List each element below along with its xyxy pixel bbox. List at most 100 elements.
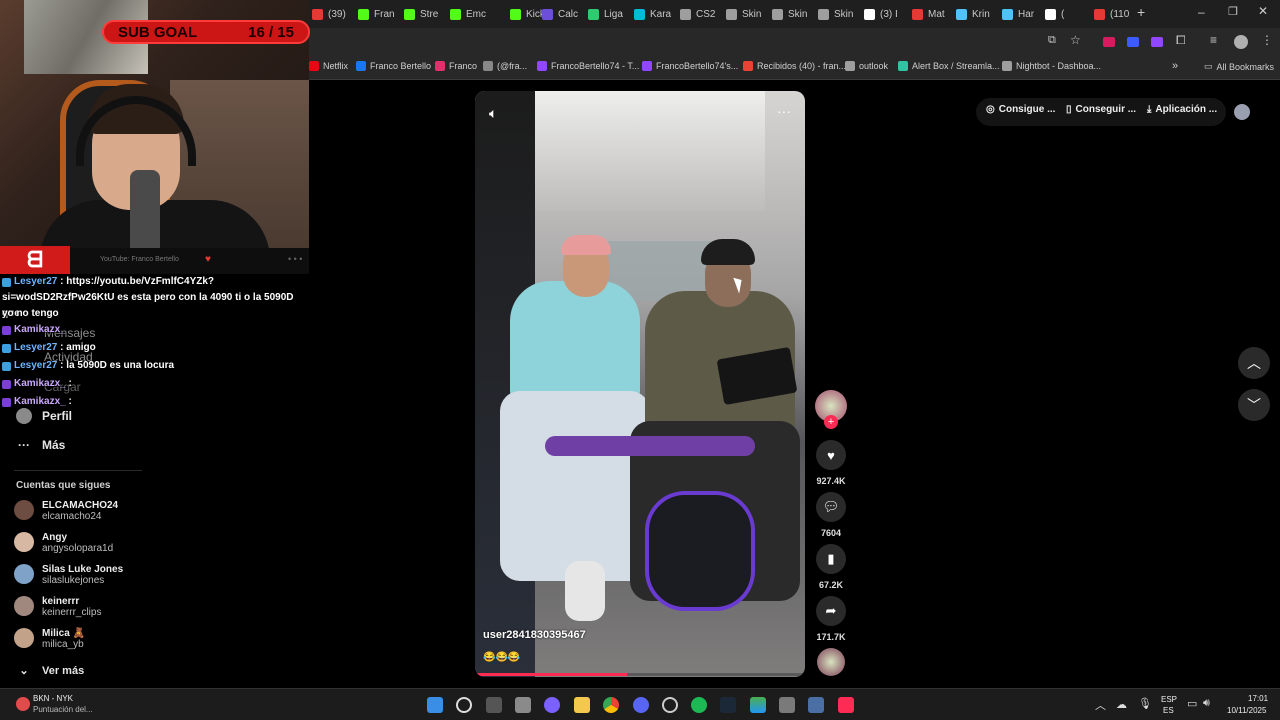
browser-tab[interactable]: Stre [404,4,444,24]
consigue-button[interactable]: ◎ Consigue ... [986,104,1055,115]
browser-tab[interactable]: Liga [588,4,628,24]
video-username[interactable]: user2841830395467 [483,629,586,641]
aplicacion-button[interactable]: ⤓ Aplicación ... [1147,104,1217,115]
man-left-cap [561,235,611,255]
close-window-icon[interactable]: ✕ [1258,4,1268,18]
browser-tab[interactable]: (110 [1094,4,1134,24]
save-button[interactable]: ▮ [816,544,846,574]
store-icon[interactable] [515,697,531,713]
man-right-beanie [701,239,755,265]
ver-mas-button[interactable]: ⌄ Ver más [16,664,84,678]
app-settings-icon[interactable] [779,697,795,713]
bookmark-item[interactable]: Nightbot - Dashboa... [1002,61,1101,71]
file-explorer-icon[interactable] [574,697,590,713]
app-purple-icon[interactable] [544,697,560,713]
browser-tab[interactable]: Skin [772,4,812,24]
clock-time[interactable]: 17:01 [1248,694,1268,703]
bookmark-label: Franco Bertello [370,61,432,71]
all-bookmarks[interactable]: ▭ All Bookmarks [1204,61,1274,72]
progress-track[interactable] [475,673,805,676]
follow-plus-icon[interactable]: + [824,415,838,429]
bookmark-item[interactable]: Alert Box / Streamla... [898,61,1000,71]
video-more-icon[interactable]: ··· [777,103,791,119]
browser-tab[interactable]: Har [1002,4,1042,24]
browser-tab[interactable]: Skin [726,4,766,24]
chrome-icon[interactable] [603,697,619,713]
next-video-button[interactable]: ﹀ [1238,389,1270,421]
chrome-menu-icon[interactable]: ⋮ [1261,33,1273,47]
conseguir-button[interactable]: ▯ Conseguir ... [1066,104,1136,115]
extension-twitch-icon[interactable] [1151,37,1163,47]
bookmark-item[interactable]: FrancoBertello74 - T... [537,61,639,71]
browser-tab[interactable]: (3) I [864,4,904,24]
share-button[interactable]: ➦ [816,596,846,626]
tab-label: Kara [650,8,672,20]
steam-icon[interactable] [720,697,736,713]
restore-icon[interactable]: ❐ [1228,5,1238,18]
adblock-icon[interactable] [1103,37,1115,47]
browser-tab[interactable]: Emc [450,4,490,24]
language-top[interactable]: ESP [1161,695,1177,704]
bookmark-favicon-icon [898,61,908,71]
followed-account[interactable]: ELCAMACHO24 elcamacho24 [14,500,118,522]
spotify-icon[interactable] [691,697,707,713]
followed-account[interactable]: Milica 🧸 milica_yb [14,628,85,650]
extension-m-icon[interactable] [1127,37,1139,47]
app-monitor-icon[interactable] [808,697,824,713]
bookmark-item[interactable]: Netflix [309,61,348,71]
weather-icon[interactable] [16,697,30,711]
comment-button[interactable]: 💬︎ [816,492,846,522]
clock-date: 10/11/2025 [1227,706,1267,715]
browser-tab[interactable]: (39) [312,4,352,24]
profile-avatar-icon[interactable] [1234,35,1248,49]
browser-tab[interactable]: Skin [818,4,858,24]
browser-tab[interactable]: Mat [912,4,952,24]
followed-account[interactable]: Silas Luke Jones silaslukejones [14,564,123,586]
volume-icon[interactable]: 🔈︎ [489,105,497,122]
browser-tab[interactable]: Fran [358,4,398,24]
obs-icon[interactable] [662,697,678,713]
install-icon[interactable]: ⧉ [1048,34,1056,47]
bookmark-star-icon[interactable]: ☆ [1070,33,1081,47]
bookmark-item[interactable]: Franco Bertello [356,61,431,71]
weather-title[interactable]: BKN - NYK [33,694,73,703]
microphone-tray-icon[interactable]: 🎙︎ [1138,697,1152,710]
user-avatar[interactable] [1234,104,1250,120]
media-control-icon[interactable]: ≡ [1210,33,1217,47]
sound-disc-avatar[interactable] [817,648,845,676]
browser-tab[interactable]: ( [1045,4,1085,24]
bookmark-item[interactable]: (@fra... [483,61,527,71]
chat-badge-icon [2,362,11,371]
search-icon[interactable] [456,697,472,713]
extensions-puzzle-icon[interactable]: ⧠ [1176,33,1186,48]
bookmark-item[interactable]: outlook [845,61,888,71]
like-button[interactable]: ♥ [816,440,846,470]
chat-username: Kamikazx_ [14,324,66,335]
followed-account[interactable]: keinerrr keinerrr_clips [14,596,101,618]
previous-video-button[interactable]: ︿ [1238,347,1270,379]
sidebar-item-mas[interactable]: ··· Más [16,438,65,452]
browser-tab[interactable]: CS2 [680,4,720,24]
browser-tab[interactable]: Krin [956,4,996,24]
app-drive-icon[interactable] [750,697,766,713]
video-player[interactable]: 🔈︎ ··· user2841830395467 😂😂😂 [475,91,805,677]
browser-tab[interactable]: Kara [634,4,674,24]
bookmark-item[interactable]: FrancoBertello74's... [642,61,738,71]
task-view-icon[interactable] [486,697,502,713]
network-icon[interactable]: ▭ [1187,697,1197,710]
minimize-icon[interactable]: – [1198,5,1205,19]
tiktok-app-icon[interactable] [838,697,854,713]
followed-account[interactable]: Angy angysolopara1d [14,532,113,554]
account-handle: elcamacho24 [42,511,102,522]
onedrive-icon[interactable]: ☁ [1116,698,1127,711]
tray-chevron-icon[interactable]: ︿ [1095,697,1106,713]
discord-icon[interactable] [633,697,649,713]
bookmarks-overflow-icon[interactable]: » [1172,60,1178,72]
new-tab-button[interactable]: + [1137,4,1145,20]
bookmark-item[interactable]: Franco [435,61,477,71]
start-windows-icon[interactable] [427,697,443,713]
bookmark-item[interactable]: Recibidos (40) - fran... [743,61,846,71]
chat-username: Kamikazx_ [14,396,66,407]
volume-tray-icon[interactable]: 🔊︎ [1203,697,1210,710]
browser-tab[interactable]: Calc [542,4,582,24]
